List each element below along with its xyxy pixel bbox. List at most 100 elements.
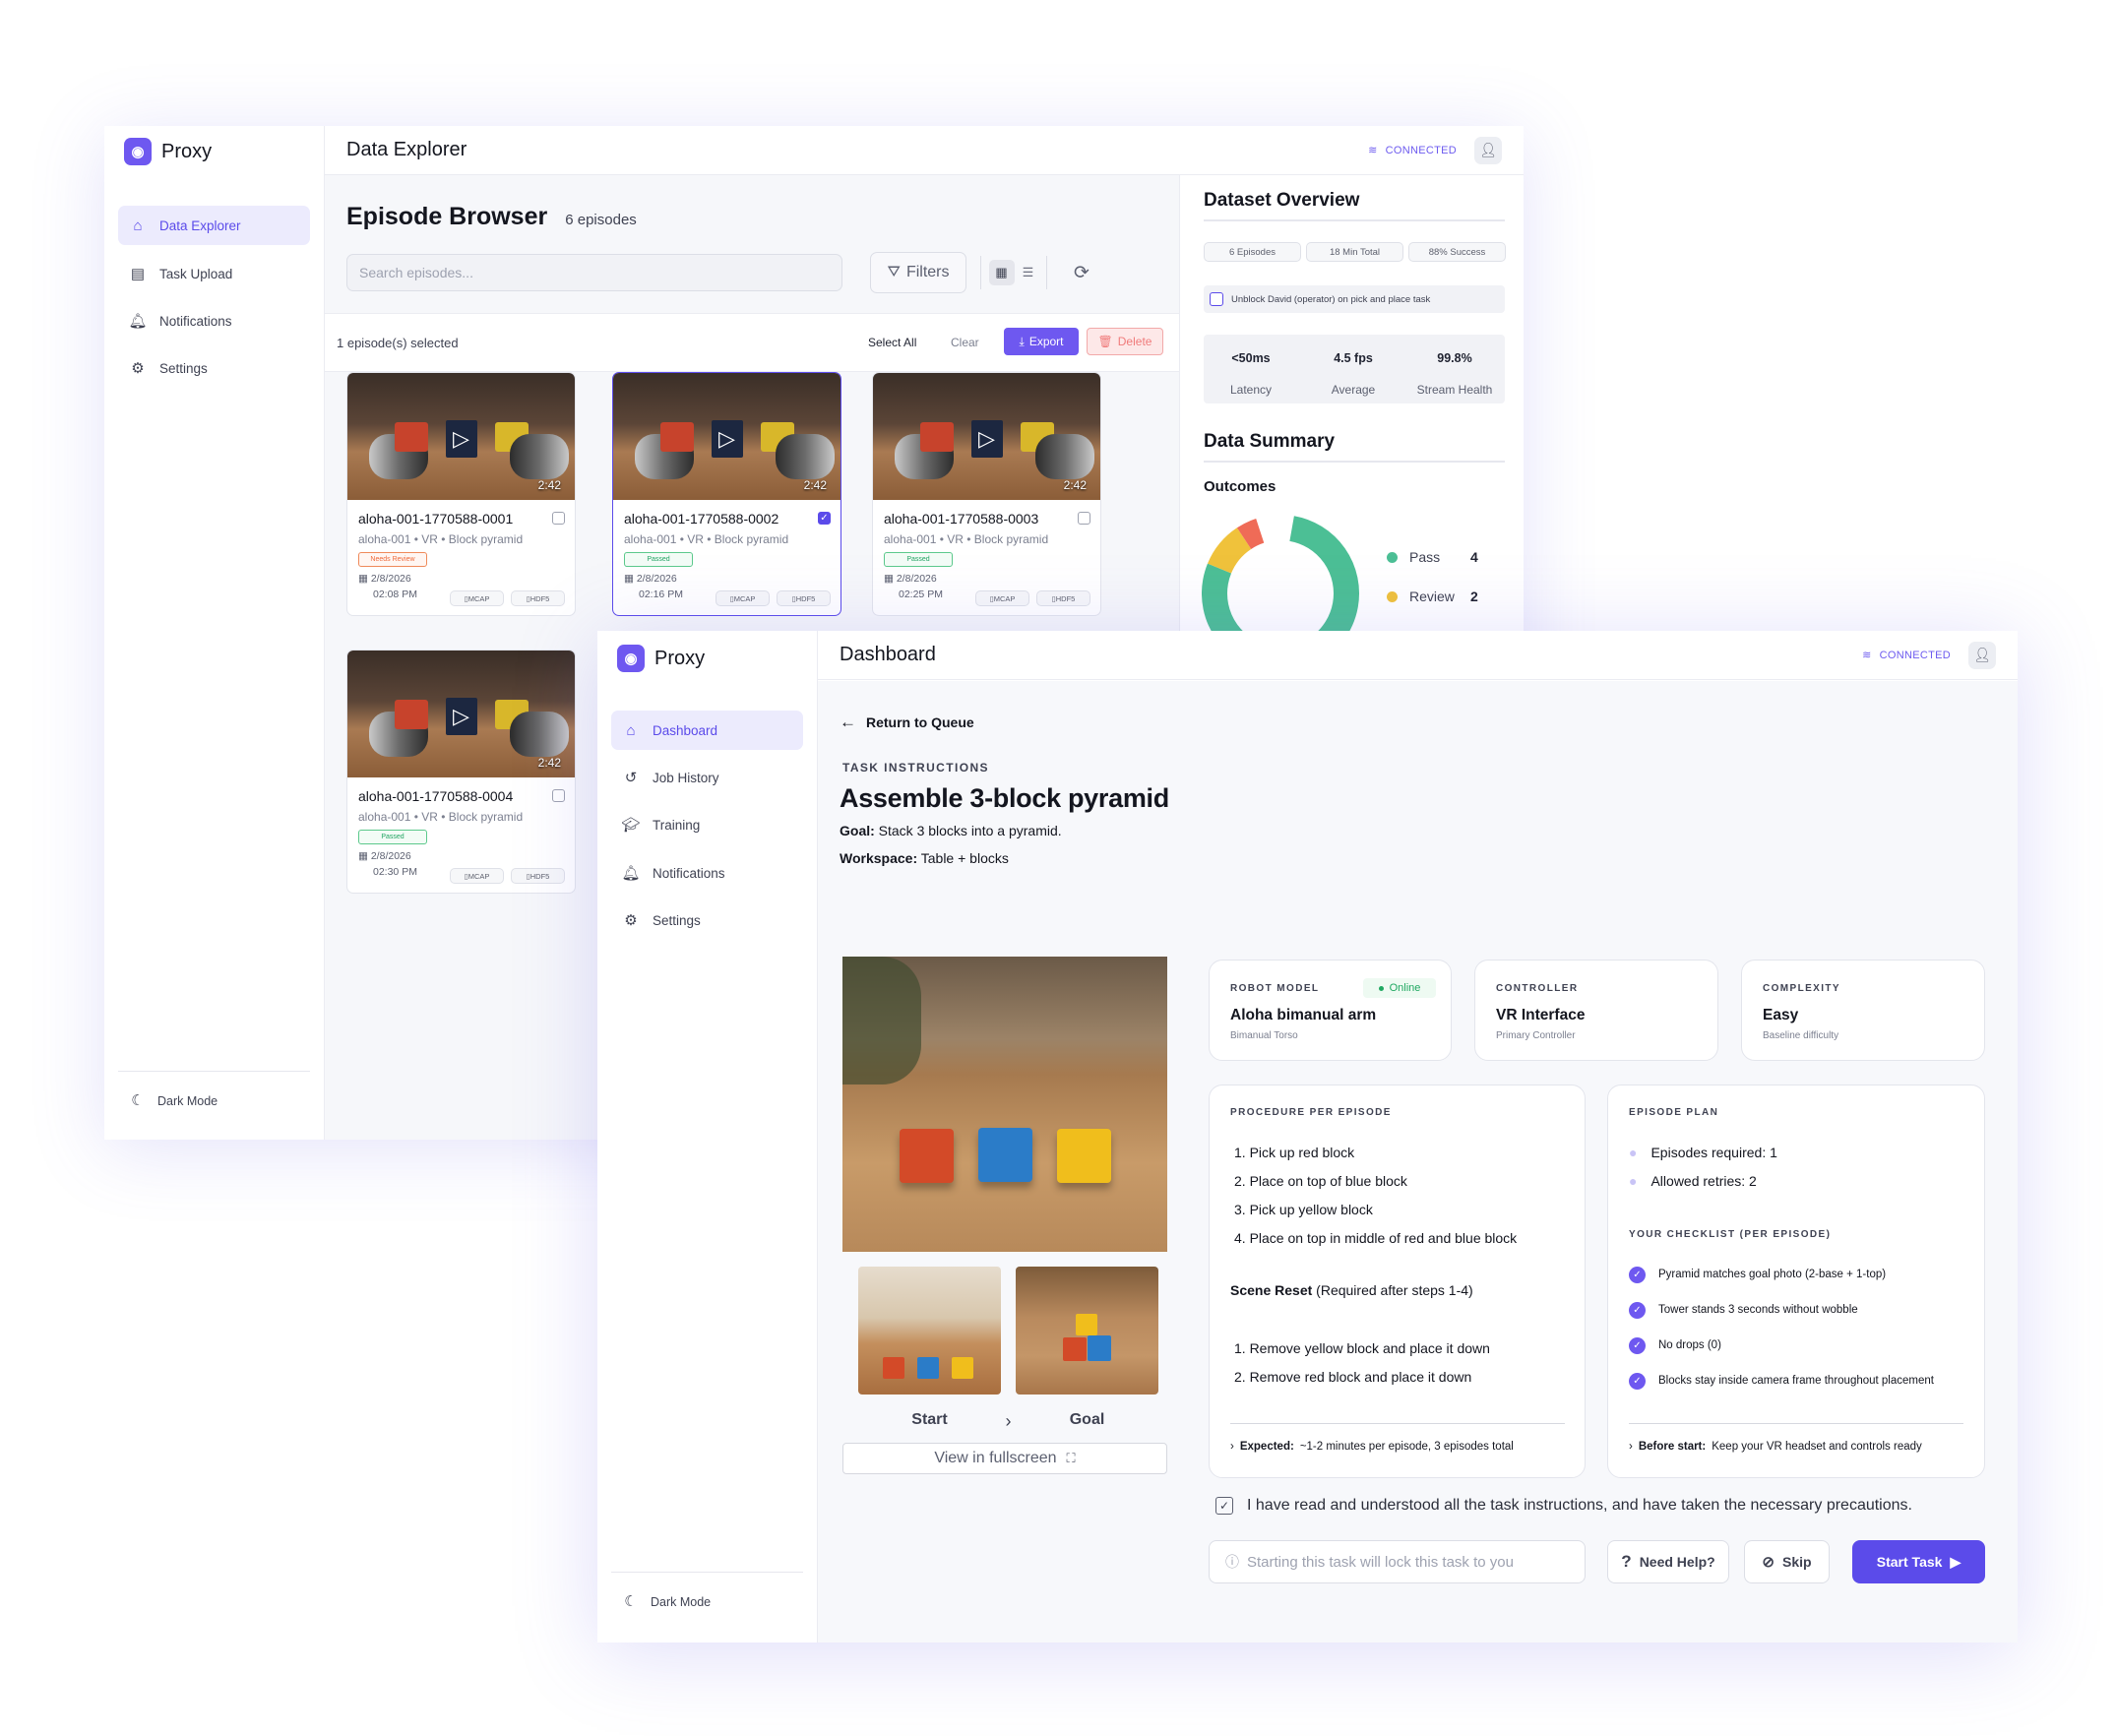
stat-success: 88% Success	[1408, 242, 1506, 262]
episode-checkbox[interactable]	[552, 789, 565, 802]
unblock-task-item[interactable]: Unblock David (operator) on pick and pla…	[1204, 285, 1505, 313]
metrics-panel: <50ms Latency 4.5 fps Average 99.8% Stream …	[1204, 335, 1505, 403]
clear-button[interactable]: Clear	[951, 336, 979, 349]
episode-thumbnail: ▷ 2:42	[613, 373, 841, 500]
episode-name: aloha-001-1770588-0004	[358, 788, 514, 804]
unblock-text: Unblock David (operator) on pick and pla…	[1231, 293, 1431, 305]
export-button[interactable]: ⤓ Export	[1004, 328, 1079, 355]
start-image[interactable]	[858, 1267, 1001, 1395]
user-avatar[interactable]: 👤︎	[1968, 641, 1996, 669]
refresh-icon[interactable]: ⟳	[1067, 258, 1096, 287]
procedure-card: PROCEDURE PER EPISODE 1. Pick up red blo…	[1209, 1085, 1586, 1478]
dark-mode-toggle[interactable]: ☾ Dark Mode	[118, 1071, 310, 1130]
episode-card[interactable]: ▷ 2:42 aloha-001-1770588-0001 aloha-001 …	[346, 372, 576, 616]
ack-checkbox[interactable]: ✓	[1215, 1497, 1233, 1515]
checklist-item[interactable]: ✓ Pyramid matches goal photo (2-base + 1-…	[1629, 1257, 1934, 1292]
checklist-item[interactable]: ✓ Blocks stay inside camera frame through…	[1629, 1363, 1934, 1398]
goal-image[interactable]	[1016, 1267, 1158, 1395]
search-input[interactable]: Search episodes...	[346, 254, 842, 291]
status-badge: Passed	[884, 552, 953, 567]
red-block-shape	[1063, 1337, 1087, 1361]
fps-metric: 4.5 fps Average	[1309, 351, 1398, 397]
checklist-item[interactable]: ✓ Tower stands 3 seconds without wobble	[1629, 1292, 1934, 1328]
nav-notifications[interactable]: 🔔︎ Notifications	[118, 301, 310, 341]
filters-button[interactable]: ⛛ Filters	[870, 252, 966, 293]
ban-icon: ⊘	[1762, 1554, 1775, 1571]
status-badge: Passed	[358, 830, 427, 844]
list-view-icon[interactable]: ☰	[1018, 260, 1039, 285]
nav-settings[interactable]: ⚙ Settings	[611, 900, 803, 940]
unblock-checkbox[interactable]	[1210, 292, 1223, 306]
start-task-button[interactable]: Start Task ▶	[1852, 1540, 1985, 1583]
episode-card[interactable]: ▷ 2:42 aloha-001-1770588-0003 aloha-001 …	[872, 372, 1101, 616]
workspace-text: Table + blocks	[920, 850, 1009, 866]
episode-name: aloha-001-1770588-0002	[624, 511, 779, 527]
robot-arm-shape	[1035, 434, 1094, 479]
document-icon: ▤	[130, 265, 146, 282]
explorer-logo[interactable]: ◉ Proxy	[124, 138, 212, 165]
duration: 2:42	[803, 478, 827, 492]
nav-job-history[interactable]: ↺ Job History	[611, 758, 803, 797]
plan-item-text: Allowed retries: 2	[1650, 1173, 1757, 1189]
delete-button[interactable]: 🗑︎ Delete	[1087, 328, 1163, 355]
play-icon[interactable]: ▷	[711, 420, 743, 458]
selected-text: 1 episode(s) selected	[337, 336, 459, 350]
fullscreen-button[interactable]: View in fullscreen ⛶	[842, 1443, 1167, 1474]
complexity-card: COMPLEXITY Easy Baseline difficulty	[1741, 960, 1985, 1061]
dark-mode-toggle[interactable]: ☾ Dark Mode	[611, 1572, 803, 1631]
nav-task-upload[interactable]: ▤ Task Upload	[118, 254, 310, 293]
ack-text: I have read and understood all the task …	[1247, 1497, 1912, 1514]
nav-settings[interactable]: ⚙ Settings	[118, 348, 310, 388]
user-avatar[interactable]: 👤︎	[1474, 136, 1502, 164]
goal-photo-main[interactable]	[842, 957, 1167, 1252]
expected-row[interactable]: › Expected: ~1-2 minutes per episode, 3 …	[1230, 1441, 1514, 1453]
nav-training[interactable]: 🎓︎ Training	[611, 805, 803, 844]
stream-health-metric: 99.8% Stream Health	[1410, 351, 1499, 397]
check-circle-icon: ✓	[1629, 1336, 1646, 1354]
grid-view-icon[interactable]: ▦	[988, 260, 1015, 285]
dashboard-logo[interactable]: ◉ Proxy	[617, 645, 705, 672]
return-to-queue[interactable]: ← Return to Queue	[840, 713, 974, 732]
before-start-label: Before start:	[1638, 1441, 1707, 1453]
fullscreen-label: View in fullscreen	[934, 1450, 1057, 1466]
expected-label: Expected:	[1239, 1441, 1294, 1453]
skip-label: Skip	[1782, 1554, 1812, 1570]
play-icon[interactable]: ▷	[445, 698, 477, 735]
select-all-button[interactable]: Select All	[868, 336, 916, 349]
skip-button[interactable]: ⊘ Skip	[1744, 1540, 1830, 1583]
robot-model-card: ROBOT MODEL Online Aloha bimanual arm Bi…	[1209, 960, 1452, 1061]
metric-value: 4.5 fps	[1334, 351, 1373, 365]
nav-notifications[interactable]: 🔔︎ Notifications	[611, 853, 803, 893]
nav-dashboard[interactable]: ⌂ Dashboard	[611, 711, 803, 750]
date-text: 2/8/2026	[370, 850, 411, 862]
need-help-label: Need Help?	[1639, 1554, 1715, 1570]
explorer-topbar: Data Explorer ≋ CONNECTED 👤︎	[325, 126, 1524, 175]
hdf5-tag[interactable]: ▯ HDF5	[511, 590, 565, 606]
scene-reset-title: Scene Reset	[1230, 1282, 1313, 1298]
need-help-button[interactable]: ? Need Help?	[1607, 1540, 1729, 1583]
hdf5-tag[interactable]: ▯ HDF5	[1036, 590, 1090, 606]
mcap-tag[interactable]: ▯ MCAP	[716, 590, 770, 606]
home-icon: ⌂	[133, 217, 143, 234]
play-icon[interactable]: ▷	[445, 420, 477, 458]
hdf5-tag[interactable]: ▯ HDF5	[511, 868, 565, 884]
episode-card[interactable]: ▷ 2:42 aloha-001-1770588-0004 aloha-001 …	[346, 650, 576, 894]
hdf5-tag[interactable]: ▯ HDF5	[777, 590, 831, 606]
play-icon[interactable]: ▷	[970, 420, 1003, 458]
episode-meta: aloha-001 • VR • Block pyramid	[884, 532, 1049, 546]
mcap-tag[interactable]: ▯ MCAP	[975, 590, 1029, 606]
episode-card[interactable]: ▷ 2:42 aloha-001-1770588-0002 ✓ aloha-00…	[612, 372, 841, 616]
tag-label: HDF5	[795, 593, 816, 603]
mcap-tag[interactable]: ▯ MCAP	[450, 868, 504, 884]
info-icon: ⓘ	[1225, 1554, 1239, 1570]
before-start-row[interactable]: › Before start: Keep your VR headset and…	[1629, 1441, 1922, 1453]
checklist-item[interactable]: ✓ No drops (0)	[1629, 1328, 1934, 1363]
nav-data-explorer[interactable]: ⌂ Data Explorer	[118, 206, 310, 245]
episode-checkbox[interactable]	[552, 512, 565, 525]
time-text: 02:30 PM	[373, 866, 417, 878]
mcap-tag[interactable]: ▯ MCAP	[450, 590, 504, 606]
episode-checkbox[interactable]: ✓	[818, 512, 831, 525]
search-placeholder: Search episodes...	[359, 265, 473, 280]
episode-checkbox[interactable]	[1078, 512, 1090, 525]
acknowledgement-row[interactable]: ✓ I have read and understood all the tas…	[1215, 1497, 1912, 1515]
